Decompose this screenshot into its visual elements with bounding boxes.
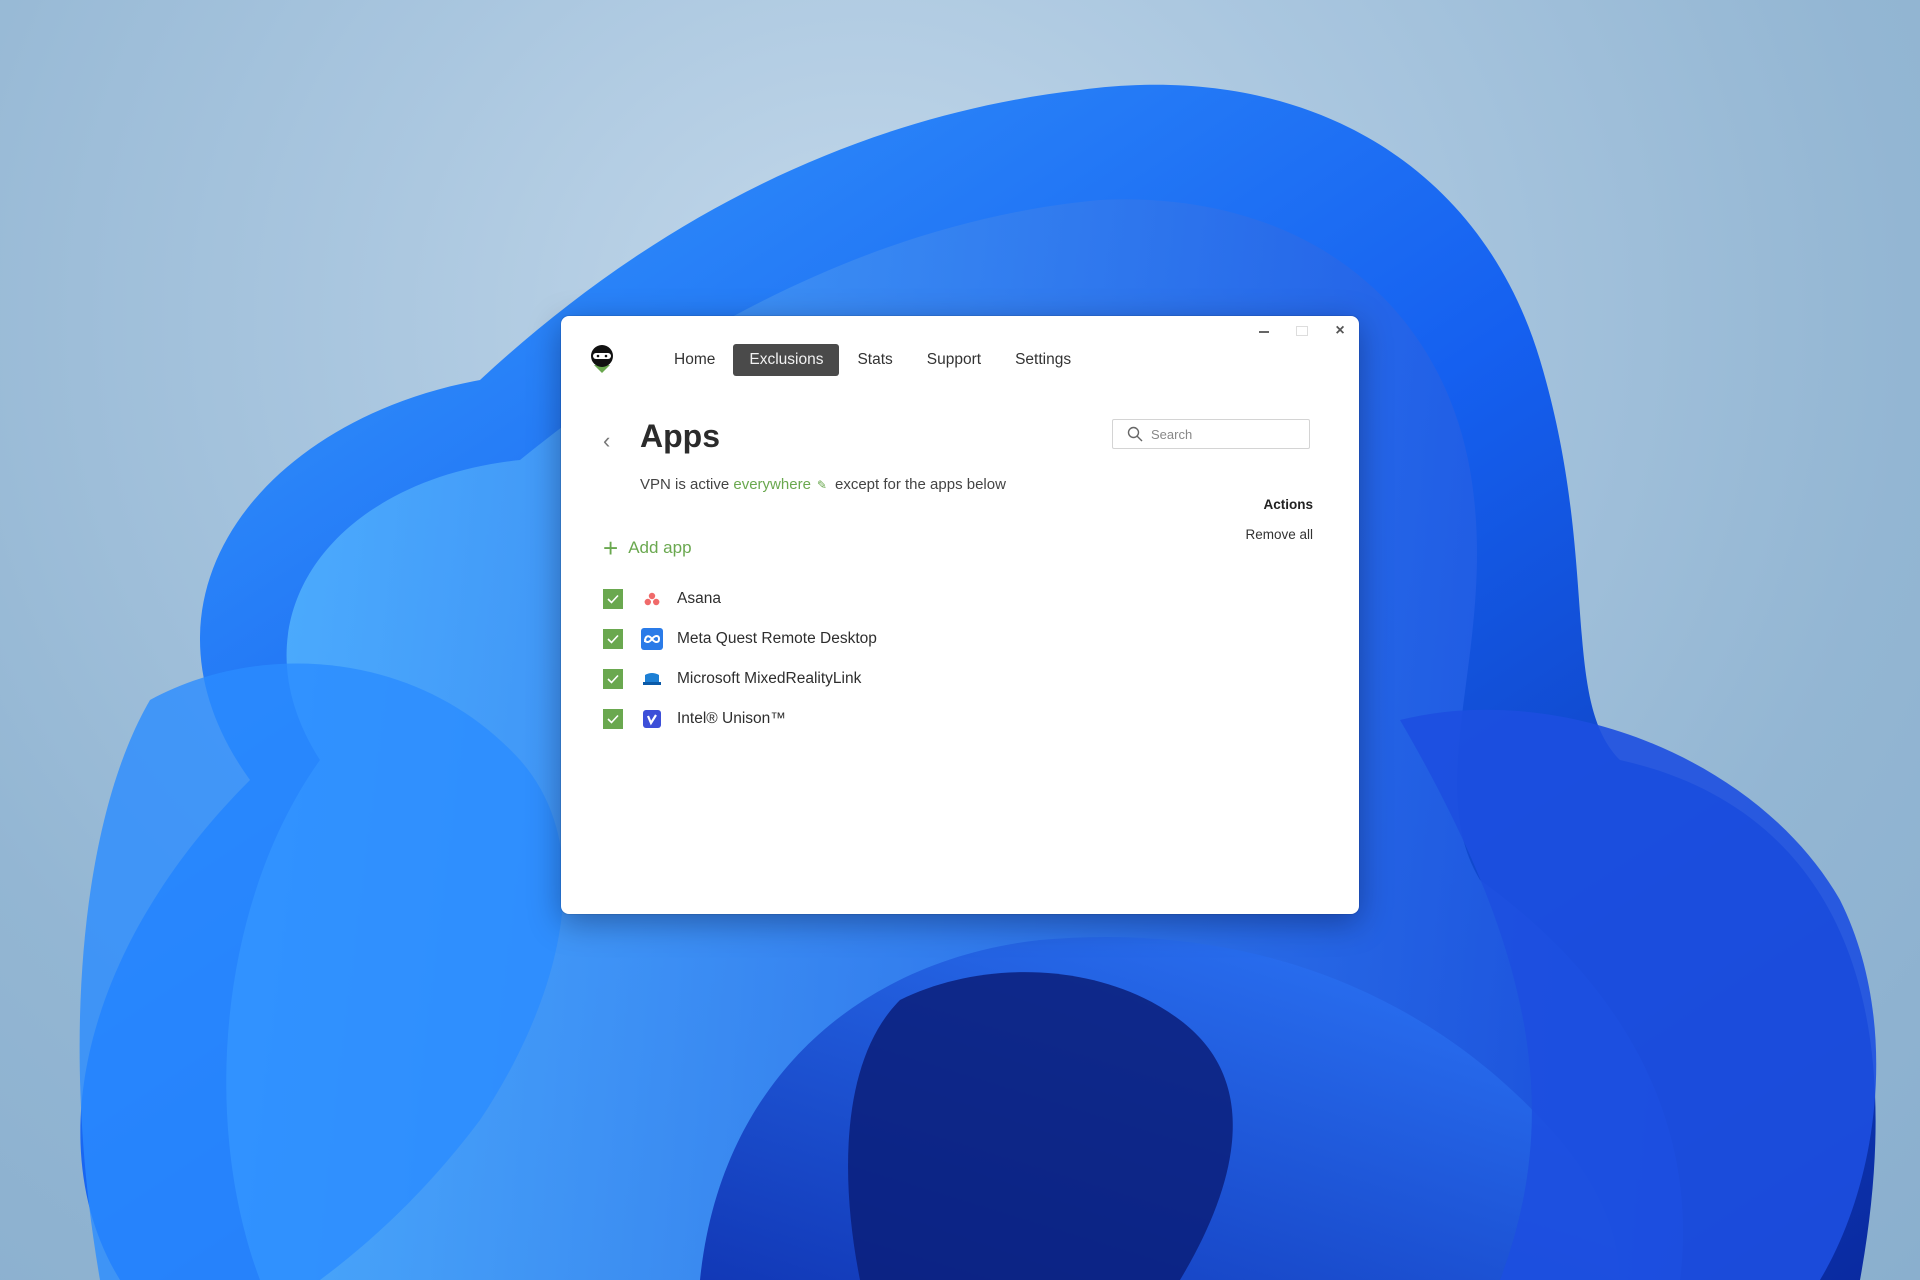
- maximize-icon: [1296, 326, 1308, 336]
- checkmark-icon: [607, 674, 619, 684]
- add-app-label: Add app: [628, 538, 692, 557]
- list-item: Intel® Unison™: [603, 699, 877, 739]
- checkmark-icon: [607, 714, 619, 724]
- nav-settings[interactable]: Settings: [999, 344, 1087, 376]
- window-controls: ×: [1245, 316, 1359, 346]
- actions-heading: Actions: [1263, 497, 1313, 512]
- page-title: Apps: [640, 418, 720, 454]
- back-button[interactable]: ‹: [603, 428, 610, 454]
- app-list: Asana Meta Quest Remote Desktop Microsof…: [603, 579, 877, 739]
- checkmark-icon: [607, 594, 619, 604]
- app-checkbox[interactable]: [603, 709, 623, 729]
- nav-support[interactable]: Support: [911, 344, 997, 376]
- subtitle-suffix: except for the apps below: [834, 476, 1006, 493]
- checkmark-icon: [607, 634, 619, 644]
- maximize-button[interactable]: [1283, 316, 1321, 346]
- remove-all-button[interactable]: Remove all: [1245, 527, 1313, 542]
- meta-icon: [641, 628, 663, 650]
- add-app-button[interactable]: + Add app: [603, 533, 692, 563]
- app-checkbox[interactable]: [603, 629, 623, 649]
- pencil-icon[interactable]: ✎: [817, 478, 827, 492]
- close-button[interactable]: ×: [1321, 316, 1359, 346]
- vpn-status-text: VPN is active everywhere ✎ except for the …: [640, 476, 1006, 493]
- app-name: Intel® Unison™: [677, 710, 786, 727]
- asana-icon: [641, 588, 663, 610]
- everywhere-link[interactable]: everywhere: [733, 476, 811, 493]
- list-item: Asana: [603, 579, 877, 619]
- app-name: Asana: [677, 590, 721, 607]
- mixed-reality-icon: [641, 668, 663, 690]
- minimize-icon: [1259, 331, 1269, 333]
- search-box[interactable]: [1112, 419, 1310, 449]
- app-name: Microsoft MixedRealityLink: [677, 670, 862, 687]
- ninja-logo-icon: [591, 345, 613, 373]
- list-item: Microsoft MixedRealityLink: [603, 659, 877, 699]
- nav-stats[interactable]: Stats: [841, 344, 908, 376]
- intel-unison-icon: [641, 708, 663, 730]
- app-name: Meta Quest Remote Desktop: [677, 630, 877, 647]
- search-icon: [1127, 426, 1143, 442]
- minimize-button[interactable]: [1245, 316, 1283, 346]
- subtitle-prefix: VPN is active: [640, 476, 730, 493]
- app-checkbox[interactable]: [603, 589, 623, 609]
- nav-home[interactable]: Home: [658, 344, 731, 376]
- nav-exclusions[interactable]: Exclusions: [733, 344, 840, 376]
- search-input[interactable]: [1149, 425, 1293, 443]
- plus-icon: +: [603, 533, 619, 563]
- app-checkbox[interactable]: [603, 669, 623, 689]
- list-item: Meta Quest Remote Desktop: [603, 619, 877, 659]
- app-window: × Home Exclusions Stats Support Settings…: [561, 316, 1359, 914]
- chevron-left-icon: ‹: [603, 428, 611, 453]
- main-nav: Home Exclusions Stats Support Settings: [658, 344, 1089, 376]
